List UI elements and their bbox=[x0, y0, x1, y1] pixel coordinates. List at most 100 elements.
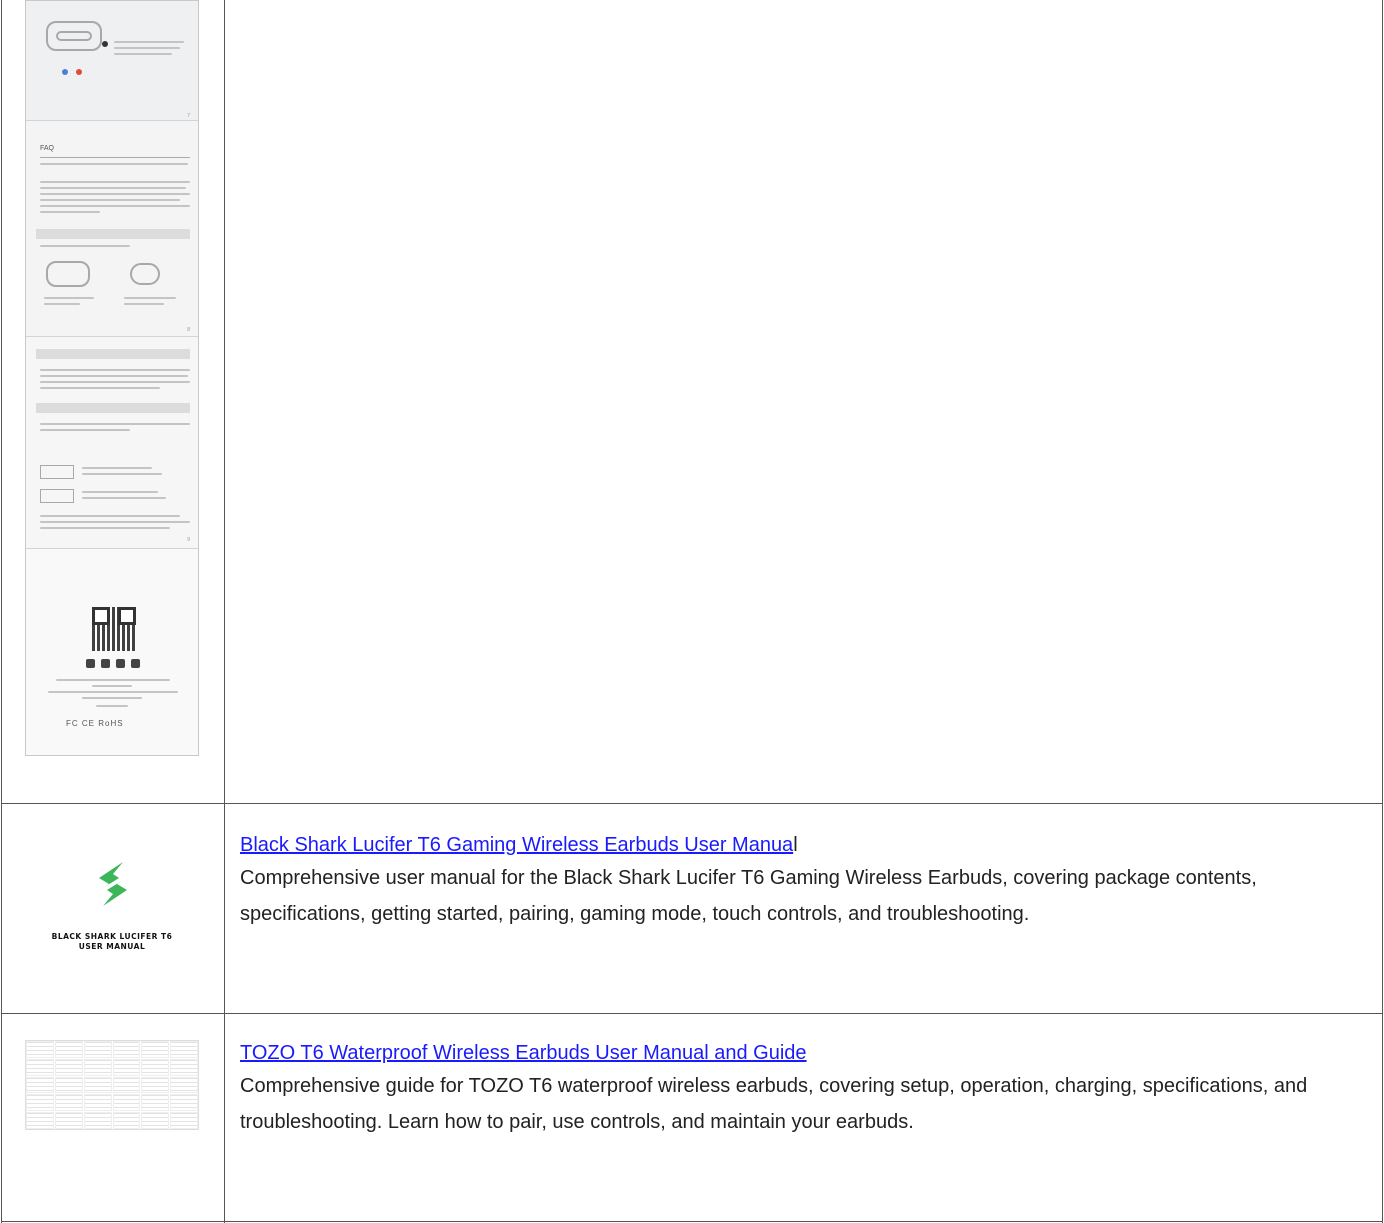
social-icons bbox=[86, 659, 140, 668]
text-line bbox=[40, 245, 130, 247]
mini-page bbox=[83, 1094, 112, 1112]
text-line bbox=[40, 387, 160, 389]
logo-caption: BLACK SHARK LUCIFER T6 USER MANUAL bbox=[25, 932, 199, 952]
mini-page bbox=[26, 1076, 54, 1094]
booklet-back-cover: FC CE RoHS bbox=[26, 549, 198, 755]
text-line bbox=[40, 211, 100, 213]
manual-thumbnail-black-shark[interactable]: BLACK SHARK LUCIFER T6 USER MANUAL bbox=[25, 820, 199, 970]
text-line bbox=[124, 297, 176, 299]
mini-page bbox=[170, 1076, 198, 1094]
black-shark-logo-icon bbox=[99, 862, 127, 906]
text-line bbox=[96, 705, 128, 707]
text-line bbox=[82, 491, 158, 493]
manual-link-black-shark[interactable]: Black Shark Lucifer T6 Gaming Wireless E… bbox=[240, 834, 793, 856]
question-bar bbox=[36, 403, 190, 413]
instagram-icon bbox=[116, 659, 125, 668]
table-border-right bbox=[1382, 0, 1383, 1223]
mini-page bbox=[141, 1112, 170, 1129]
manual-thumbnail-japanese[interactable]: 7 FAQ 8 9 FC CE RoHS bbox=[25, 0, 199, 756]
booklet-page-faq-2: 9 bbox=[26, 337, 198, 549]
manual-title-line: TOZO T6 Waterproof Wireless Earbuds User… bbox=[240, 1038, 1330, 1068]
row-divider-2 bbox=[1, 1013, 1383, 1014]
youtube-icon bbox=[131, 659, 140, 668]
text-line bbox=[114, 53, 172, 55]
text-line bbox=[40, 199, 180, 201]
text-line bbox=[40, 369, 190, 371]
text-line bbox=[92, 685, 132, 687]
mini-page bbox=[141, 1041, 170, 1058]
text-line bbox=[40, 181, 190, 183]
text-line bbox=[40, 381, 190, 383]
mini-page bbox=[112, 1041, 141, 1058]
text-line bbox=[40, 429, 130, 431]
facebook-icon bbox=[101, 659, 110, 668]
mini-page bbox=[26, 1112, 54, 1129]
text-line bbox=[40, 163, 188, 165]
manual-thumbnail-tozo[interactable] bbox=[25, 1040, 199, 1130]
text-line bbox=[40, 193, 190, 195]
booklet-page-1: 7 bbox=[26, 1, 198, 121]
manual-link-tozo[interactable]: TOZO T6 Waterproof Wireless Earbuds User… bbox=[240, 1042, 807, 1064]
page-number: 8 bbox=[187, 327, 190, 333]
text-line bbox=[124, 303, 164, 305]
mini-page bbox=[83, 1058, 112, 1076]
ec-rep-box bbox=[40, 465, 74, 479]
mini-page bbox=[112, 1076, 141, 1094]
qr-code-icon bbox=[92, 607, 136, 651]
mini-page bbox=[54, 1058, 83, 1076]
text-line bbox=[114, 47, 180, 49]
manual-list-table: 7 FAQ 8 9 FC CE RoHS BLACK SHARK LUCIFER… bbox=[0, 0, 1384, 1223]
booklet-page-faq: FAQ 8 bbox=[26, 121, 198, 337]
text-line bbox=[40, 187, 186, 189]
text-line bbox=[56, 679, 170, 681]
red-dot-icon bbox=[76, 69, 82, 75]
table-border-left bbox=[1, 0, 2, 1223]
blue-dot-icon bbox=[62, 69, 68, 75]
text-line bbox=[40, 423, 190, 425]
case-illustration bbox=[46, 261, 90, 287]
mini-page bbox=[112, 1112, 141, 1129]
row-divider-1 bbox=[1, 803, 1383, 804]
text-line bbox=[114, 41, 184, 43]
mini-page bbox=[112, 1058, 141, 1076]
page-number: 9 bbox=[187, 537, 190, 543]
earbud-case-lid bbox=[56, 31, 92, 41]
question-bar bbox=[36, 229, 190, 239]
logo-caption-line-1: BLACK SHARK LUCIFER T6 bbox=[51, 932, 173, 941]
mini-page bbox=[170, 1094, 198, 1112]
text-line bbox=[82, 497, 166, 499]
text-line bbox=[40, 375, 188, 377]
led-indicator-icon bbox=[102, 41, 108, 47]
text-line bbox=[40, 527, 170, 529]
manual-description: Comprehensive guide for TOZO T6 waterpro… bbox=[240, 1075, 1308, 1133]
mini-page bbox=[83, 1076, 112, 1094]
mini-page bbox=[26, 1094, 54, 1112]
twitter-icon bbox=[86, 659, 95, 668]
table-column-divider bbox=[224, 0, 225, 1223]
text-line bbox=[40, 521, 190, 523]
uk-rep-box bbox=[40, 489, 74, 503]
earbud-illustration bbox=[130, 263, 160, 285]
mini-page bbox=[83, 1112, 112, 1129]
page-number: 7 bbox=[187, 113, 190, 119]
text-line bbox=[44, 303, 80, 305]
mini-page bbox=[54, 1041, 83, 1058]
text-line bbox=[82, 473, 162, 475]
manual-title-line: Black Shark Lucifer T6 Gaming Wireless E… bbox=[240, 830, 1330, 860]
mini-page bbox=[26, 1041, 54, 1058]
text-line bbox=[40, 515, 180, 517]
mini-page bbox=[170, 1041, 198, 1058]
mini-page bbox=[141, 1076, 170, 1094]
mini-page bbox=[54, 1076, 83, 1094]
text-line bbox=[40, 157, 190, 158]
mini-page bbox=[26, 1058, 54, 1076]
faq-heading: FAQ bbox=[40, 145, 55, 152]
mini-page bbox=[141, 1094, 170, 1112]
mini-page bbox=[141, 1058, 170, 1076]
mini-page bbox=[83, 1041, 112, 1058]
mini-page bbox=[170, 1058, 198, 1076]
logo-caption-line-2: USER MANUAL bbox=[78, 942, 146, 951]
text-line bbox=[82, 697, 142, 699]
text-line bbox=[48, 691, 178, 693]
manual-entry-black-shark: Black Shark Lucifer T6 Gaming Wireless E… bbox=[240, 830, 1330, 932]
